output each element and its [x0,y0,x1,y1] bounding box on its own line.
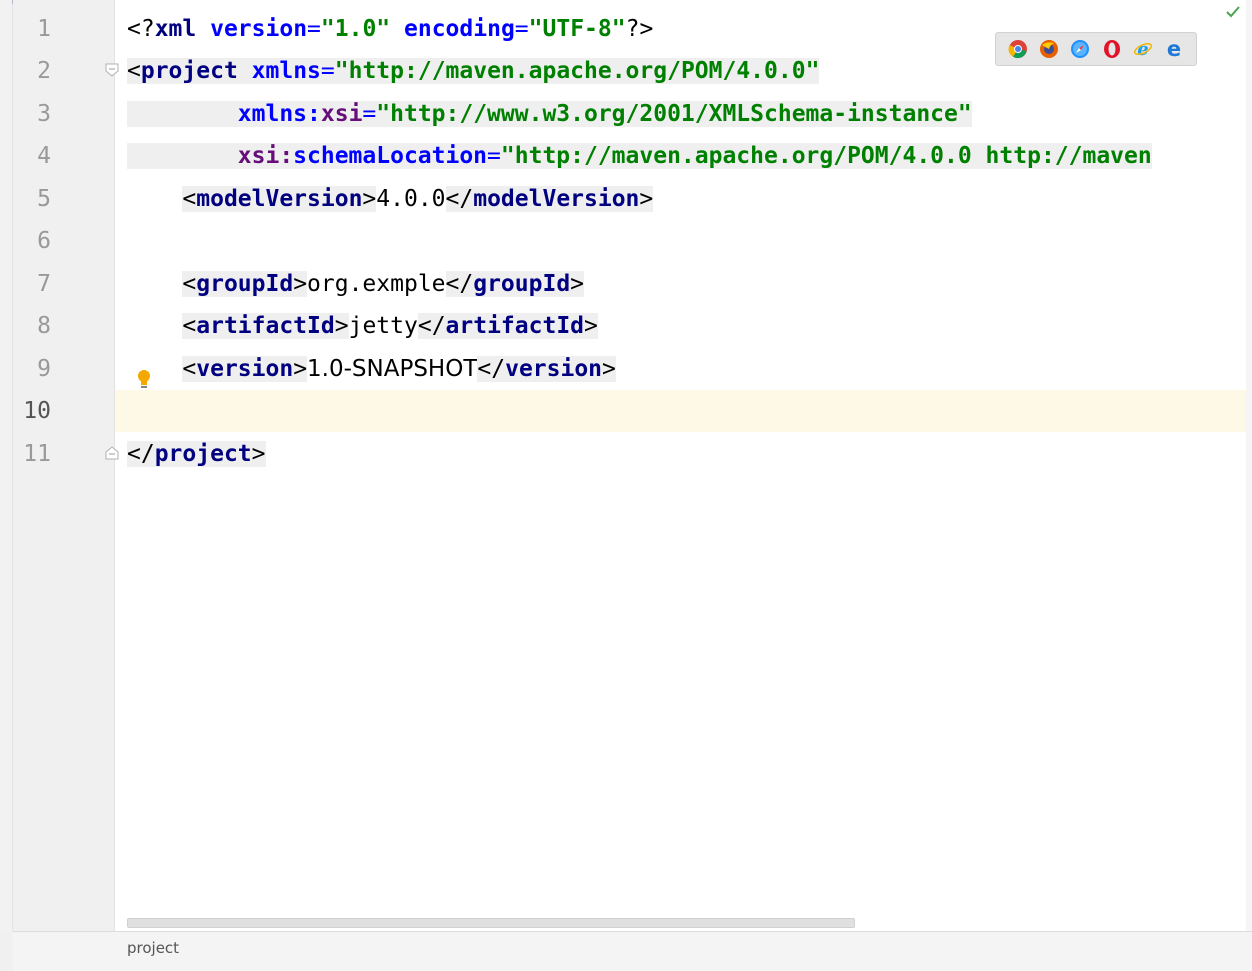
error-stripe[interactable] [1246,0,1252,931]
code-line-3[interactable]: xmlns:xsi="http://www.w3.org/2001/XMLSch… [127,93,972,135]
chrome-icon[interactable] [1008,39,1028,59]
inspection-ok-check-icon[interactable] [1226,6,1240,18]
code-line-9[interactable]: <version>1.0-SNAPSHOT</version> [127,348,616,390]
bottom-left-strip [0,931,13,971]
line-number: 6 [37,228,51,254]
fold-end-icon[interactable] [105,446,119,460]
horizontal-scrollbar[interactable] [127,918,855,928]
line-number: 7 [37,271,51,297]
code-line-1[interactable]: <?xml version="1.0" encoding="UTF-8"?> [127,8,653,50]
code-line-8[interactable]: <artifactId>jetty</artifactId> [127,305,598,347]
line-number: 3 [37,101,51,127]
firefox-icon[interactable] [1039,39,1059,59]
line-number: 8 [37,313,51,339]
browser-preview-toolbar: e e [995,32,1197,66]
caret-row-highlight [13,390,1247,432]
breadcrumb-item-project[interactable]: project [127,939,179,957]
svg-text:e: e [1167,39,1181,59]
safari-icon[interactable] [1070,39,1090,59]
code-line-4[interactable]: xsi:schemaLocation="http://maven.apache.… [127,135,1152,177]
line-number: 4 [37,143,51,169]
line-number-gutter[interactable]: 1 2 3 4 5 6 7 8 9 10 11 [13,0,115,931]
line-number: 9 [37,356,51,382]
opera-icon[interactable] [1102,39,1122,59]
line-number: 1 [37,16,51,42]
code-line-7[interactable]: <groupId>org.exmple</groupId> [127,263,585,305]
ide-window: 1 2 3 4 5 6 7 8 9 10 11 <?xml version="1… [0,0,1252,971]
code-line-5[interactable]: <modelVersion>4.0.0</modelVersion> [127,178,654,220]
line-number: 11 [23,441,51,467]
code-line-2[interactable]: <project xmlns="http://maven.apache.org/… [127,50,820,92]
code-line-11[interactable]: </project> [127,433,266,475]
breadcrumb-bar: project [13,931,1252,971]
fold-collapse-icon[interactable] [105,63,119,77]
edge-icon[interactable]: e [1164,39,1184,59]
internet-explorer-icon[interactable]: e [1133,39,1153,59]
line-number: 2 [37,58,51,84]
svg-text:e: e [1137,39,1148,59]
tool-window-strip [0,0,13,971]
line-number: 5 [37,186,51,212]
line-number-current: 10 [23,398,51,424]
